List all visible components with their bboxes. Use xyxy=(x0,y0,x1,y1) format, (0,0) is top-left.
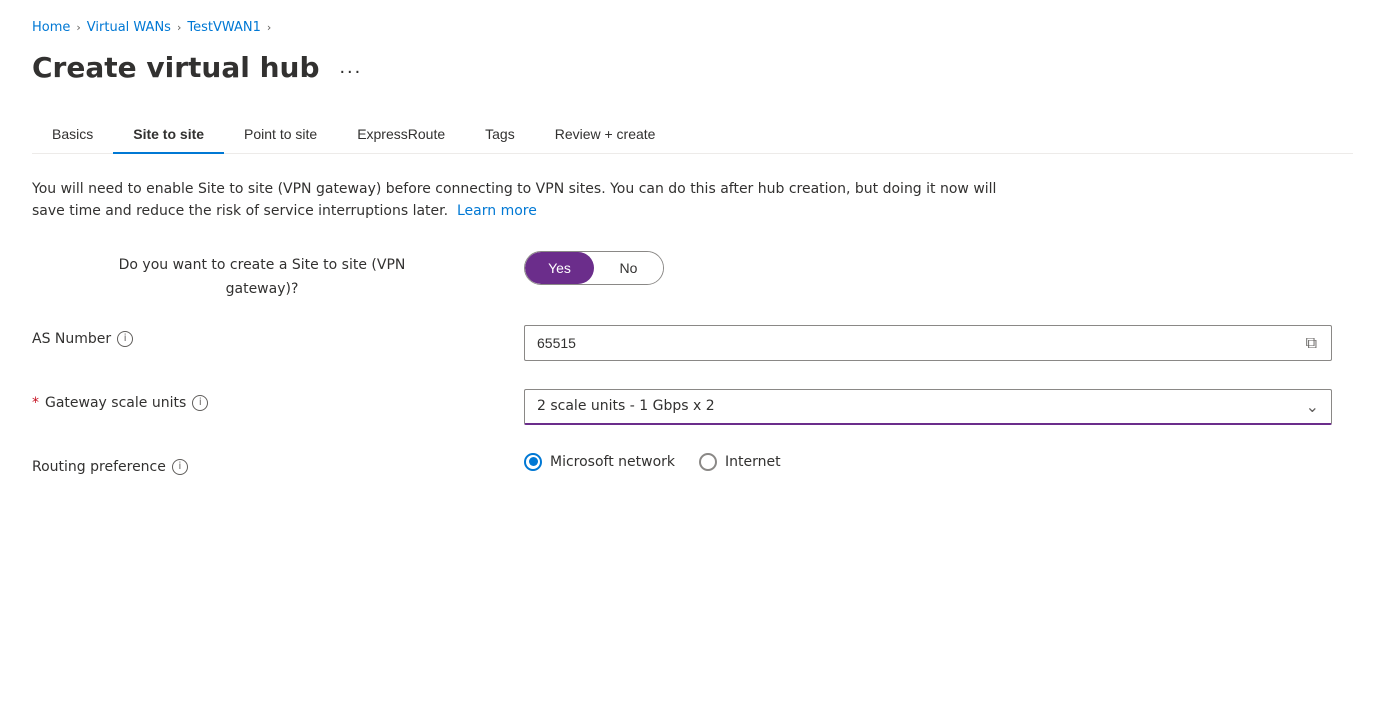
tab-basics[interactable]: Basics xyxy=(32,116,113,154)
tab-review-create[interactable]: Review + create xyxy=(535,116,676,154)
routing-preference-label: Routing preference i xyxy=(32,453,492,475)
page-title: Create virtual hub xyxy=(32,51,320,84)
as-number-info-icon[interactable]: i xyxy=(117,331,133,347)
toggle-yes-button[interactable]: Yes xyxy=(525,252,594,284)
learn-more-link[interactable]: Learn more xyxy=(457,203,537,219)
as-number-row: AS Number i ⧉ xyxy=(32,325,1332,361)
description-text: You will need to enable Site to site (VP… xyxy=(32,178,1032,223)
radio-internet[interactable]: Internet xyxy=(699,453,781,471)
radio-microsoft-label: Microsoft network xyxy=(550,454,675,470)
breadcrumb-test-vwan[interactable]: TestVWAN1 xyxy=(187,20,261,35)
gateway-scale-units-dropdown[interactable]: 2 scale units - 1 Gbps x 2 ⌄ xyxy=(524,389,1332,425)
gateway-scale-units-info-icon[interactable]: i xyxy=(192,395,208,411)
gateway-scale-units-row: * Gateway scale units i 2 scale units - … xyxy=(32,389,1332,425)
tab-point-to-site[interactable]: Point to site xyxy=(224,116,337,154)
tab-expressroute[interactable]: ExpressRoute xyxy=(337,116,465,154)
chevron-icon: › xyxy=(76,21,80,34)
radio-internet-label: Internet xyxy=(725,454,781,470)
radio-microsoft-network[interactable]: Microsoft network xyxy=(524,453,675,471)
gateway-scale-units-label: * Gateway scale units i xyxy=(32,389,492,411)
vpn-question-row: Do you want to create a Site to site (VP… xyxy=(32,251,1332,297)
routing-preference-radio-group: Microsoft network Internet xyxy=(524,453,1332,471)
content-area: You will need to enable Site to site (VP… xyxy=(32,178,1332,475)
routing-preference-row: Routing preference i Microsoft network I… xyxy=(32,453,1332,475)
gateway-scale-units-control: 2 scale units - 1 Gbps x 2 ⌄ xyxy=(524,389,1332,425)
ellipsis-menu-button[interactable]: ... xyxy=(332,52,371,83)
routing-preference-control: Microsoft network Internet xyxy=(524,453,1332,471)
radio-internet-circle xyxy=(699,453,717,471)
breadcrumb-virtual-wans[interactable]: Virtual WANs xyxy=(87,20,171,35)
tab-tags[interactable]: Tags xyxy=(465,116,535,154)
tab-site-to-site[interactable]: Site to site xyxy=(113,116,224,154)
radio-microsoft-circle xyxy=(524,453,542,471)
vpn-question-label: Do you want to create a Site to site (VP… xyxy=(32,251,492,297)
chevron-down-icon: ⌄ xyxy=(1306,397,1319,416)
chevron-icon-3: › xyxy=(267,21,271,34)
toggle-no-button[interactable]: No xyxy=(594,252,663,284)
vpn-toggle-control: Yes No xyxy=(524,251,1332,285)
routing-preference-info-icon[interactable]: i xyxy=(172,459,188,475)
vpn-toggle-group: Yes No xyxy=(524,251,664,285)
page-title-row: Create virtual hub ... xyxy=(32,51,1353,84)
as-number-input[interactable] xyxy=(537,335,1304,351)
as-number-label: AS Number i xyxy=(32,325,492,347)
tabs-nav: Basics Site to site Point to site Expres… xyxy=(32,116,1353,154)
copy-icon[interactable]: ⧉ xyxy=(1304,331,1319,355)
as-number-control: ⧉ xyxy=(524,325,1332,361)
chevron-icon-2: › xyxy=(177,21,181,34)
breadcrumb-home[interactable]: Home xyxy=(32,20,70,35)
breadcrumb: Home › Virtual WANs › TestVWAN1 › xyxy=(32,20,1353,35)
required-star: * xyxy=(32,395,39,411)
as-number-input-wrapper: ⧉ xyxy=(524,325,1332,361)
